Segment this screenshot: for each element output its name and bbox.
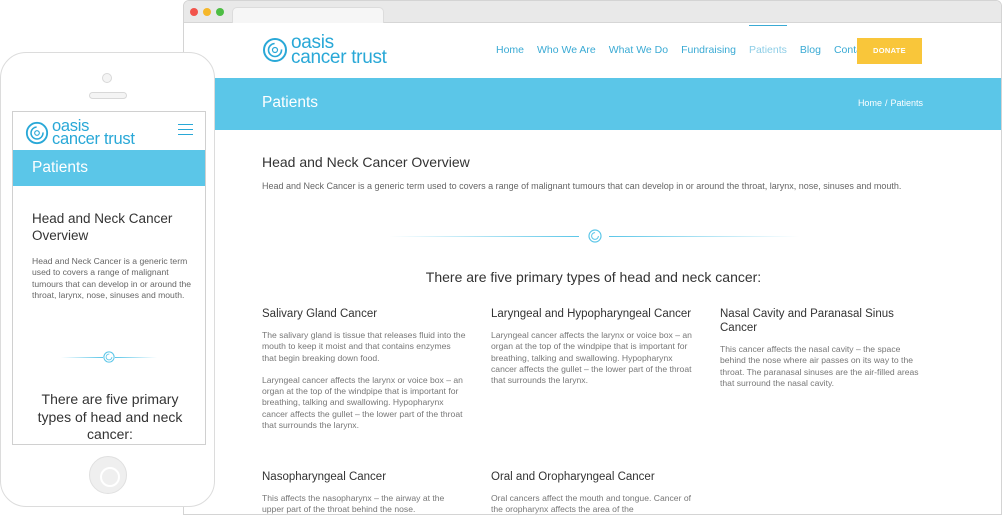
page-title: Patients	[262, 94, 319, 111]
overview-heading: Head and Neck Cancer Overview	[262, 154, 470, 170]
nav-item-who-we-are[interactable]: Who We Are	[537, 23, 596, 78]
breadcrumb-current: Patients	[890, 98, 923, 108]
swirl-divider-icon	[588, 229, 602, 243]
nav-item-blog[interactable]: Blog	[800, 23, 821, 78]
mobile-types-heading: There are five primary types of head and…	[37, 391, 183, 442]
cancer-type-card: Oral and Oropharyngeal Cancer Oral cance…	[491, 470, 696, 515]
card-title: Nasal Cavity and Paranasal Sinus Cancer	[720, 308, 894, 334]
site-header: oasis cancer trust Home Who We Are What …	[184, 23, 1001, 78]
maximize-window-dot[interactable]	[216, 8, 224, 16]
card-text: Laryngeal cancer affects the larynx or v…	[491, 330, 692, 386]
nav-item-home[interactable]: Home	[496, 23, 524, 78]
card-title: Oral and Oropharyngeal Cancer	[491, 471, 655, 483]
cancer-type-card: Nasal Cavity and Paranasal Sinus Cancer …	[720, 307, 925, 400]
divider-line-right	[115, 357, 157, 358]
minimize-window-dot[interactable]	[203, 8, 211, 16]
swirl-divider-icon	[103, 351, 115, 363]
close-window-dot[interactable]	[190, 8, 198, 16]
page-banner: Patients Home / Patients	[184, 78, 1001, 130]
mobile-logo-wordmark: oasis cancer trust	[52, 118, 135, 148]
mobile-section-divider	[61, 351, 157, 363]
phone-screen: oasis cancer trust Patients Head and Nec…	[12, 111, 206, 445]
mobile-header: oasis cancer trust	[13, 112, 205, 150]
overview-text: Head and Neck Cancer is a generic term u…	[262, 181, 902, 191]
cancer-type-card: Nasopharyngeal Cancer This affects the n…	[262, 470, 467, 515]
card-title: Salivary Gland Cancer	[262, 308, 378, 320]
oasis-logo-icon	[25, 121, 49, 145]
phone-mockup: oasis cancer trust Patients Head and Nec…	[0, 52, 215, 507]
logo-wordmark: oasis cancer trust	[291, 33, 387, 68]
desktop-browser-mockup: oasis cancer trust Home Who We Are What …	[183, 0, 1002, 515]
mobile-overview-text: Head and Neck Cancer is a generic term u…	[32, 256, 192, 300]
divider-line-right	[609, 236, 799, 237]
card-text: This affects the nasopharynx – the airwa…	[262, 493, 445, 515]
card-title: Laryngeal and Hypopharyngeal Cancer	[491, 308, 692, 320]
section-divider	[389, 229, 799, 243]
site-logo[interactable]: oasis cancer trust	[262, 33, 387, 68]
mobile-overview-heading: Head and Neck Cancer Overview	[32, 211, 173, 243]
main-nav: Home Who We Are What We Do Fundraising P…	[496, 23, 883, 78]
phone-home-button[interactable]	[89, 456, 127, 494]
card-text: Oral cancers affect the mouth and tongue…	[491, 493, 692, 515]
breadcrumb-separator: /	[884, 98, 888, 108]
mobile-page-banner: Patients	[13, 150, 205, 186]
donate-button[interactable]: DONATE	[857, 38, 922, 64]
card-text: This cancer affects the nasal cavity – t…	[720, 344, 919, 388]
card-text: The salivary gland is tissue that releas…	[262, 330, 466, 363]
nav-item-fundraising[interactable]: Fundraising	[681, 23, 736, 78]
phone-speaker	[89, 92, 127, 99]
logo-line-2: cancer trust	[291, 47, 387, 68]
cancer-type-card: Salivary Gland Cancer The salivary gland…	[262, 307, 467, 442]
breadcrumb: Home / Patients	[858, 98, 923, 108]
phone-camera	[102, 73, 112, 83]
types-heading: There are five primary types of head and…	[425, 269, 762, 285]
divider-line-left	[389, 236, 579, 237]
mobile-page-title: Patients	[32, 159, 89, 176]
overview-section: Head and Neck Cancer Overview Head and N…	[262, 154, 942, 193]
mobile-site-logo[interactable]: oasis cancer trust	[25, 118, 135, 148]
browser-tab[interactable]	[232, 7, 384, 23]
cancer-type-card: Laryngeal and Hypopharyngeal Cancer Lary…	[491, 307, 696, 397]
hamburger-menu-icon[interactable]	[178, 124, 193, 137]
mobile-logo-line-2: cancer trust	[52, 130, 135, 148]
breadcrumb-home-link[interactable]: Home	[858, 98, 882, 108]
card-text: Laryngeal cancer affects the larynx or v…	[262, 374, 463, 431]
nav-item-what-we-do[interactable]: What We Do	[609, 23, 668, 78]
nav-item-patients[interactable]: Patients	[748, 23, 787, 78]
divider-line-left	[61, 357, 103, 358]
browser-chrome	[184, 1, 1001, 23]
oasis-logo-icon	[263, 38, 287, 62]
card-title: Nasopharyngeal Cancer	[262, 471, 387, 483]
